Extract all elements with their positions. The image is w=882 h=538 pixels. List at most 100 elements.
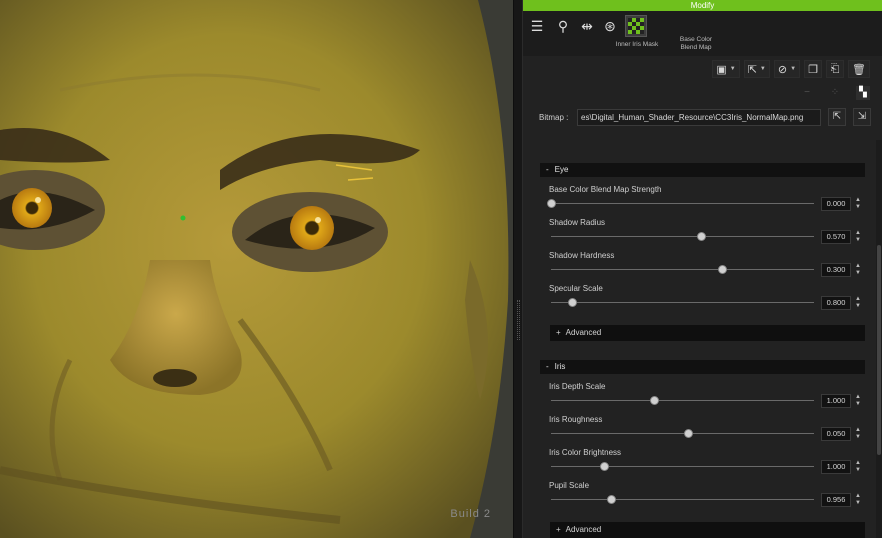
collapse-icon: - bbox=[546, 362, 549, 371]
param-label: Iris Roughness bbox=[549, 415, 603, 424]
section-title-eye: Eye bbox=[554, 165, 569, 174]
panel-scrollbar[interactable] bbox=[876, 140, 882, 538]
checker-small-icon[interactable]: ▚ bbox=[856, 86, 870, 100]
3d-viewport[interactable]: Build 2 bbox=[0, 0, 513, 538]
value-field[interactable]: 0.300 bbox=[821, 263, 851, 277]
value-field[interactable]: 0.956 bbox=[821, 493, 851, 507]
copy-button[interactable]: ❐ bbox=[804, 60, 823, 78]
expand-icon: + bbox=[556, 525, 561, 534]
viewport-overlay-text: Build 2 bbox=[450, 508, 491, 520]
checker-icon[interactable] bbox=[625, 15, 647, 37]
spinner-icon[interactable]: ▲ ▼ bbox=[853, 296, 863, 310]
remove-icon: ⇲ bbox=[857, 111, 867, 122]
save-button[interactable]: ▣ ▼ bbox=[712, 60, 740, 78]
chevron-down-icon: ▼ bbox=[759, 66, 766, 72]
motion-icon[interactable]: ⚲ bbox=[552, 15, 574, 37]
section-title-iris: Iris bbox=[554, 362, 566, 371]
panel-splitter[interactable] bbox=[513, 0, 523, 538]
spinner-icon[interactable]: ▲ ▼ bbox=[853, 197, 863, 211]
slider-thumb[interactable] bbox=[683, 429, 693, 438]
scrollbar-thumb[interactable] bbox=[877, 245, 881, 455]
value-field[interactable]: 0.050 bbox=[821, 427, 851, 441]
value-field[interactable]: 0.000 bbox=[821, 197, 851, 211]
bitmap-label: Bitmap : bbox=[539, 112, 569, 122]
material-icon: ⊘ bbox=[777, 63, 788, 76]
morph-icon[interactable]: ⇹ bbox=[576, 15, 598, 37]
spinner-icon[interactable]: ▲ ▼ bbox=[853, 394, 863, 408]
collapse-icon: - bbox=[546, 165, 549, 174]
param-base-color-blend-map-strength: Base Color Blend Map Strength 0.000 ▲ ▼ bbox=[547, 185, 867, 215]
clear-bitmap-button[interactable]: ⇲ bbox=[853, 108, 871, 126]
splitter-grip[interactable] bbox=[517, 300, 520, 340]
eye-advanced-toggle[interactable]: + Advanced bbox=[550, 325, 865, 341]
slider-track[interactable] bbox=[551, 236, 814, 237]
delete-button[interactable]: 🗑 bbox=[848, 60, 870, 78]
slider-thumb[interactable] bbox=[568, 298, 578, 307]
chevron-down-icon: ▼ bbox=[790, 66, 797, 72]
slider-thumb[interactable] bbox=[599, 462, 609, 471]
advanced-label: Advanced bbox=[565, 328, 602, 337]
tab-caption-inner-iris-mask: Inner Iris Mask bbox=[615, 41, 659, 48]
slider-track[interactable] bbox=[551, 499, 814, 500]
slider-thumb[interactable] bbox=[696, 232, 706, 241]
slider-thumb[interactable] bbox=[607, 495, 617, 504]
value-field[interactable]: 0.570 bbox=[821, 230, 851, 244]
chevron-down-icon: ▼ bbox=[729, 66, 736, 72]
slider-track[interactable] bbox=[551, 466, 814, 467]
tab-caption-base-color-blend-map: Base Color Blend Map bbox=[679, 36, 713, 51]
minus-icon[interactable]: − bbox=[800, 86, 814, 100]
secondary-toolbar: − ⁘ ▚ bbox=[800, 86, 870, 100]
bitmap-row: Bitmap : es\Digital_Human_Shader_Resourc… bbox=[539, 108, 872, 126]
character-face-render bbox=[0, 0, 513, 538]
paste-button[interactable]: ⎗ bbox=[826, 60, 845, 78]
slider-track[interactable] bbox=[551, 269, 814, 270]
save-icon: ▣ bbox=[716, 63, 727, 76]
param-label: Shadow Radius bbox=[549, 218, 606, 227]
dots-icon[interactable]: ⁘ bbox=[828, 86, 842, 100]
checker-pattern bbox=[628, 18, 644, 34]
material-toolbar: ▣ ▼ ⇱ ▼ ⊘ ▼ ❐ ⎗ 🗑 bbox=[712, 60, 870, 80]
sliders-icon[interactable]: ☰ bbox=[526, 15, 548, 37]
slider-thumb[interactable] bbox=[717, 265, 727, 274]
section-header-eye[interactable]: - Eye bbox=[540, 163, 865, 177]
param-label: Base Color Blend Map Strength bbox=[549, 185, 662, 194]
spinner-icon[interactable]: ▲ ▼ bbox=[853, 493, 863, 507]
open-button[interactable]: ⇱ ▼ bbox=[743, 60, 770, 78]
param-iris-color-brightness: Iris Color Brightness 1.000 ▲ ▼ bbox=[549, 448, 867, 478]
param-iris-depth-scale: Iris Depth Scale 1.000 ▲ ▼ bbox=[549, 382, 867, 412]
value-field[interactable]: 0.800 bbox=[821, 296, 851, 310]
param-label: Shadow Hardness bbox=[549, 251, 615, 260]
open-icon: ⇱ bbox=[747, 63, 757, 76]
slider-track[interactable] bbox=[551, 302, 814, 303]
slider-track[interactable] bbox=[551, 400, 814, 401]
copy-icon: ❐ bbox=[808, 63, 818, 76]
param-label: Iris Depth Scale bbox=[549, 382, 606, 391]
slider-thumb[interactable] bbox=[547, 199, 556, 208]
spinner-icon[interactable]: ▲ ▼ bbox=[853, 427, 863, 441]
value-field[interactable]: 1.000 bbox=[821, 460, 851, 474]
load-bitmap-button[interactable]: ⇱ bbox=[828, 108, 846, 126]
modify-panel: Modify ☰ ⚲ ⇹ ⊛ Inner Iris Mask Base Colo… bbox=[523, 0, 882, 538]
spinner-icon[interactable]: ▲ ▼ bbox=[853, 230, 863, 244]
panel-tab-bar: ☰ ⚲ ⇹ ⊛ Inner Iris Mask Base Color Blend… bbox=[523, 11, 882, 56]
expand-icon: + bbox=[556, 328, 561, 337]
slider-track[interactable] bbox=[551, 203, 814, 204]
paste-icon: ⎗ bbox=[830, 62, 840, 75]
iris-advanced-toggle[interactable]: + Advanced bbox=[550, 522, 865, 538]
section-header-iris[interactable]: - Iris bbox=[540, 360, 865, 374]
spinner-icon[interactable]: ▲ ▼ bbox=[853, 460, 863, 474]
slider-thumb[interactable] bbox=[649, 396, 659, 405]
param-specular-scale: Specular Scale 0.800 ▲ ▼ bbox=[549, 284, 867, 314]
spinner-icon[interactable]: ▲ ▼ bbox=[853, 263, 863, 277]
app-root: Build 2 Modify ☰ ⚲ ⇹ ⊛ Inner Iris Mask B… bbox=[0, 0, 882, 538]
param-label: Pupil Scale bbox=[549, 481, 590, 490]
param-label: Iris Color Brightness bbox=[549, 448, 622, 457]
slider-track[interactable] bbox=[551, 433, 814, 434]
bitmap-path-field[interactable]: es\Digital_Human_Shader_Resource\CC3Iris… bbox=[577, 108, 821, 126]
texture-icon[interactable]: ⊛ bbox=[599, 15, 621, 37]
material-button[interactable]: ⊘ ▼ bbox=[773, 60, 801, 78]
delete-icon: 🗑 bbox=[852, 63, 866, 76]
value-field[interactable]: 1.000 bbox=[821, 394, 851, 408]
param-iris-roughness: Iris Roughness 0.050 ▲ ▼ bbox=[549, 415, 867, 445]
advanced-label: Advanced bbox=[565, 525, 602, 534]
